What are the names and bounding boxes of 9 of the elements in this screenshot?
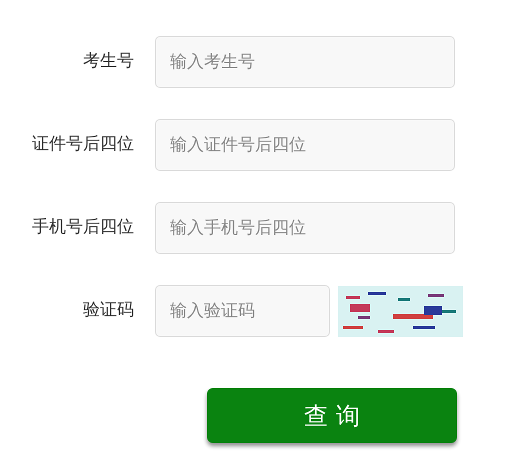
field-label: 考生号 <box>82 50 134 74</box>
query-button[interactable]: 查 询 <box>207 388 457 443</box>
captcha-field[interactable]: 输入验证码 <box>155 285 330 337</box>
input-field[interactable]: 输入考生号 <box>155 36 455 88</box>
field-label: 证件号后四位 <box>31 133 134 156</box>
input-field[interactable]: 输入证件号后四位 <box>155 119 455 171</box>
field-label: 验证码 <box>82 299 134 322</box>
field-label: 手机号后四位 <box>31 216 134 240</box>
input-field[interactable]: 输入手机号后四位 <box>155 202 455 254</box>
